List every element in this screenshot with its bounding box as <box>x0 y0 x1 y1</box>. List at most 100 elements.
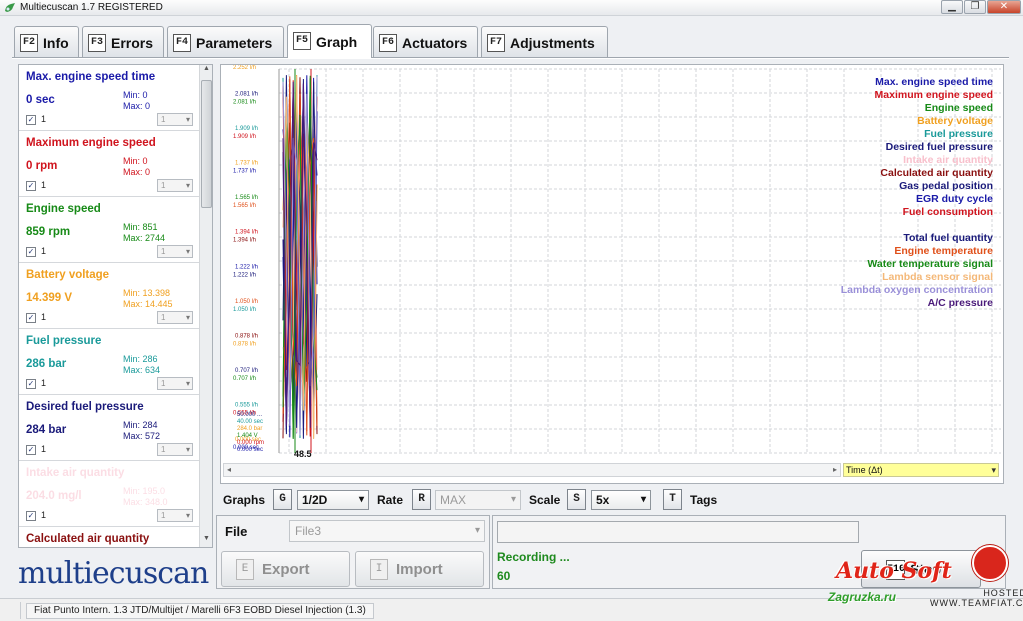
tab-adjustments[interactable]: F7 Adjustments <box>481 26 608 57</box>
window-title: Multiecuscan 1.7 REGISTERED <box>20 2 163 13</box>
tab-key: F2 <box>20 34 38 52</box>
parameter-scale-select[interactable]: 1 <box>157 377 193 390</box>
axis-tick-label: 2.081 l/h <box>235 92 258 98</box>
parameter-min: Min: 284 <box>123 420 158 430</box>
scale-select[interactable]: 5x <box>591 490 651 510</box>
export-key: E <box>236 559 254 580</box>
axis-tick-label: 1.909 l/h <box>235 126 258 132</box>
axis-tick-label: 0.000 sec <box>237 447 263 453</box>
legend-entry: Fuel pressure <box>924 128 993 140</box>
scale-label: Scale <box>529 493 561 507</box>
parameter-checkbox[interactable]: ✓ <box>26 511 36 521</box>
graphs-key-button[interactable]: G <box>273 489 292 510</box>
legend-entry: Fuel consumption <box>902 206 993 218</box>
legend-entry: Gas pedal position <box>899 180 993 192</box>
tab-actuators[interactable]: F6 Actuators <box>373 26 478 57</box>
parameter-item[interactable]: Intake air quantity 204.0 mg/l Min: 195.0 M… <box>19 461 200 527</box>
parameter-item[interactable]: Calculated air quantity <box>19 527 200 547</box>
parameter-item[interactable]: Fuel pressure 286 bar Min: 286 Max: 634 ✓ 1 1 <box>19 329 200 395</box>
parameter-min: Min: 286 <box>123 354 158 364</box>
scroll-up-icon[interactable]: ▲ <box>200 65 212 77</box>
scroll-down-icon[interactable]: ▼ <box>200 535 212 547</box>
file-select[interactable]: File3 <box>289 520 485 542</box>
parameter-scale: 1 <box>41 312 47 322</box>
parameter-item[interactable]: Engine speed 859 rpm Min: 851 Max: 2744 ✓ 1 1 <box>19 197 200 263</box>
parameter-checkbox[interactable]: ✓ <box>26 445 36 455</box>
parameter-scale-select[interactable]: 1 <box>157 179 193 192</box>
graph-panel[interactable]: 0.000 sec 0.000 sec 0.555 l/h 0.555 l/h 0.70… <box>220 64 1004 484</box>
parameter-checkbox[interactable]: ✓ <box>26 181 36 191</box>
parameter-scale-select[interactable]: 1 <box>157 443 193 456</box>
parameter-checkbox[interactable]: ✓ <box>26 247 36 257</box>
scale-key-button[interactable]: S <box>567 489 586 510</box>
parameter-checkbox[interactable]: ✓ <box>26 115 36 125</box>
axis-tick-label: 0.878 l/h <box>233 341 256 347</box>
tab-errors[interactable]: F3 Errors <box>82 26 164 57</box>
axis-tick-label: 1.222 l/h <box>233 272 256 278</box>
axis-tick-label: 0.707 l/h <box>235 368 258 374</box>
legend-entry: EGR duty cycle <box>915 193 993 205</box>
parameter-scale-select[interactable]: 1 <box>157 113 193 126</box>
axis-tick-label: 1.737 l/h <box>233 169 256 175</box>
parameter-item[interactable]: Max. engine speed time 0 sec Min: 0 Max: 0 ✓… <box>19 65 200 131</box>
rate-select[interactable]: MAX <box>435 490 521 510</box>
file-label: File <box>225 524 248 539</box>
parameter-item[interactable]: Maximum engine speed 0 rpm Min: 0 Max: 0 ✓ 1 1 <box>19 131 200 197</box>
watermark-hosted-label: HOSTED ON <box>983 588 1023 598</box>
parameter-scale: 1 <box>41 378 47 388</box>
export-button[interactable]: E Export <box>221 551 350 587</box>
parameter-scale: 1 <box>41 180 47 190</box>
tab-parameters[interactable]: F4 Parameters <box>167 26 284 57</box>
tab-info[interactable]: F2 Info <box>14 26 79 57</box>
tab-graph[interactable]: F5 Graph <box>287 24 372 58</box>
legend-entry: Battery voltage <box>917 115 993 127</box>
scroll-right-icon[interactable]: ▸ <box>833 464 837 476</box>
graph-scrollbar[interactable]: ◂ ▸ <box>223 463 841 477</box>
tab-label: Graph <box>316 34 358 50</box>
parameter-item[interactable]: Desired fuel pressure 284 bar Min: 284 Max:… <box>19 395 200 461</box>
parameter-scale: 1 <box>41 510 47 520</box>
tab-label: Info <box>43 35 69 51</box>
multiecuscan-logo: multiecuscan <box>18 556 209 591</box>
minimize-button[interactable]: ▁ <box>941 0 963 14</box>
graphs-label: Graphs <box>223 493 266 507</box>
axis-tick-label: 2.081 l/h <box>233 100 256 106</box>
scroll-thumb[interactable] <box>201 80 212 208</box>
legend-entry: Lambda sensor signal <box>882 271 993 283</box>
title-bar: Multiecuscan 1.7 REGISTERED ▁ ❐ ✕ <box>0 0 1023 16</box>
rate-label: Rate <box>377 493 404 507</box>
graphs-select[interactable]: 1/2D <box>297 490 369 510</box>
tags-key-button[interactable]: T <box>663 489 682 510</box>
parameter-value: 204.0 mg/l <box>26 490 82 502</box>
parameter-max: Max: 348.0 <box>123 497 168 507</box>
legend-entry: Max. engine speed time <box>875 76 993 88</box>
parameter-scrollbar[interactable]: ▲ ▼ <box>199 65 212 547</box>
close-button[interactable]: ✕ <box>987 0 1021 14</box>
maximize-button[interactable]: ❐ <box>964 0 986 14</box>
parameter-value: 14.399 V <box>26 292 73 304</box>
import-button[interactable]: I Import <box>355 551 484 587</box>
axis-tick-label: 1.565 l/h <box>233 203 256 209</box>
rate-key-button[interactable]: R <box>412 489 431 510</box>
app-icon <box>5 3 15 12</box>
axis-tick-label: 1.394 l/h <box>233 238 256 244</box>
axis-tick-label: 1.404 V <box>237 433 258 439</box>
legend-entry: Water temperature signal <box>867 258 993 270</box>
parameter-min: Min: 195.0 <box>123 486 166 496</box>
tab-label: Errors <box>111 35 154 51</box>
axis-tick-label: 40.00 sec <box>237 419 263 425</box>
tab-key: F4 <box>173 34 191 52</box>
watermark-site: WWW.TEAMFIAT.CO.IN <box>930 598 1023 608</box>
parameter-scale-select[interactable]: 1 <box>157 509 193 522</box>
legend-entry: Total fuel quantity <box>903 232 993 244</box>
parameter-max: Max: 14.445 <box>123 299 173 309</box>
watermark-badge-icon <box>972 545 1008 581</box>
parameter-checkbox[interactable]: ✓ <box>26 379 36 389</box>
scroll-left-icon[interactable]: ◂ <box>227 464 231 476</box>
time-axis-select[interactable]: Time (Δt) <box>843 463 999 477</box>
parameter-value: 0 sec <box>26 94 55 106</box>
parameter-item[interactable]: Battery voltage 14.399 V Min: 13.398 Max: 1… <box>19 263 200 329</box>
parameter-checkbox[interactable]: ✓ <box>26 313 36 323</box>
parameter-scale-select[interactable]: 1 <box>157 311 193 324</box>
parameter-scale-select[interactable]: 1 <box>157 245 193 258</box>
